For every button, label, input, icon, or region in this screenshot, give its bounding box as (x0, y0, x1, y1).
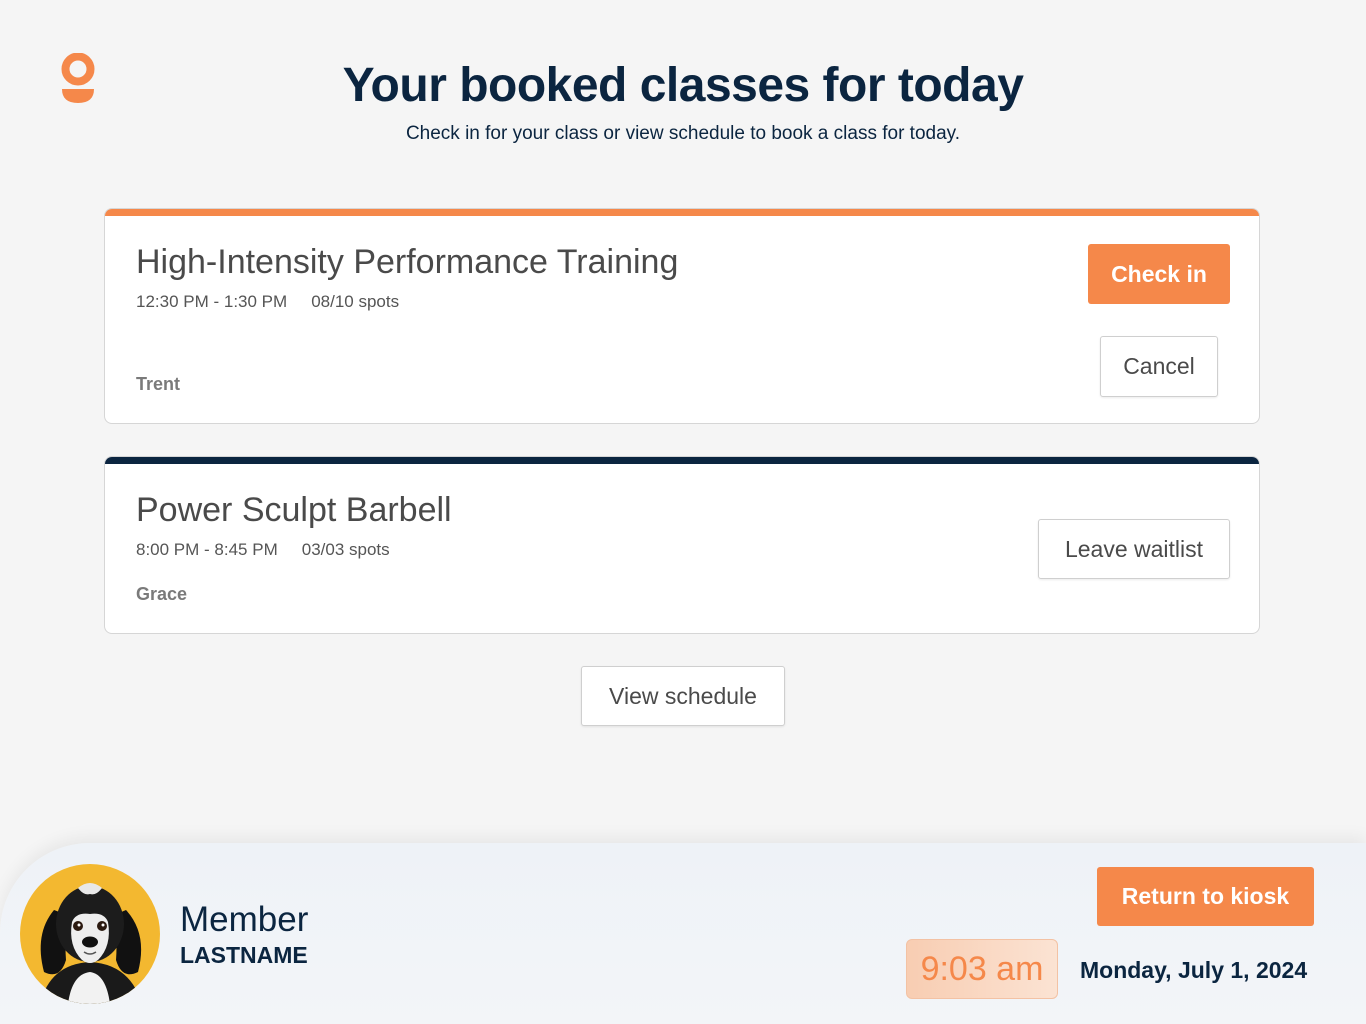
class-time: 12:30 PM - 1:30 PM (136, 292, 288, 311)
member-last-name: LASTNAME (180, 942, 308, 968)
class-spots: 03/03 spots (301, 540, 390, 559)
leave-waitlist-button[interactable]: Leave waitlist (1038, 519, 1230, 579)
page-subtitle: Check in for your class or view schedule… (405, 123, 961, 144)
current-date: Monday, July 1, 2024 (1080, 957, 1308, 983)
class-time: 8:00 PM - 8:45 PM (136, 540, 278, 559)
dog-avatar-icon (40, 883, 142, 1004)
class-meta: 8:00 PM - 8:45 PM 03/03 spots (136, 540, 390, 560)
page-title: Your booked classes for today (342, 59, 1024, 112)
class-meta: 12:30 PM - 1:30 PM 08/10 spots (136, 292, 399, 312)
check-in-button[interactable]: Check in (1088, 244, 1230, 304)
class-name: Power Sculpt Barbell (136, 491, 452, 529)
current-time: 9:03 am (906, 939, 1058, 999)
class-spots: 08/10 spots (311, 292, 400, 311)
class-card: High-Intensity Performance Training 12:3… (104, 208, 1260, 424)
page-header: Your booked classes for today Check in f… (0, 58, 1366, 145)
class-coach: Trent (136, 374, 181, 394)
return-to-kiosk-button[interactable]: Return to kiosk (1097, 867, 1314, 926)
card-accent-bar (105, 209, 1259, 216)
class-coach: Grace (136, 584, 188, 604)
member-first-name: Member (180, 900, 309, 939)
member-footer: Member LASTNAME Return to kiosk 9:03 am … (0, 843, 1366, 1024)
cancel-button[interactable]: Cancel (1100, 336, 1218, 397)
class-name: High-Intensity Performance Training (136, 243, 679, 281)
view-schedule-button[interactable]: View schedule (581, 666, 785, 726)
class-card: Power Sculpt Barbell 8:00 PM - 8:45 PM 03… (104, 456, 1260, 634)
member-avatar (20, 864, 160, 1004)
card-accent-bar (105, 457, 1259, 464)
